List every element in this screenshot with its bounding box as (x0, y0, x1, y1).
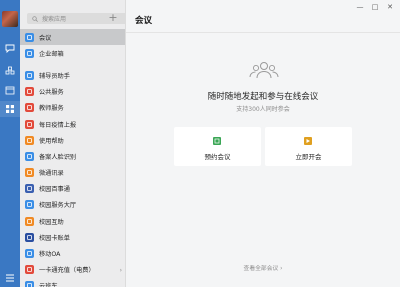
sidebar-item[interactable]: 公共服务 (20, 84, 125, 100)
sidebar-item[interactable]: 辅导员助手 (20, 67, 125, 83)
sidebar-item-label: 教师服务 (39, 105, 64, 113)
service-hall-icon (25, 200, 34, 210)
page-title: 会议 (135, 16, 153, 26)
app-list: 会议企业邮箱辅导员助手公共服务教师服务每日疫情上报 使用帮助备案人脸识别 微通讯录校… (20, 29, 125, 287)
campus-card-icon (25, 232, 34, 242)
minimize-button[interactable]: — (356, 3, 364, 11)
add-button[interactable]: + (107, 12, 119, 24)
schedule-meeting-card[interactable]: 预约会议 (174, 127, 261, 166)
people-icon (249, 62, 279, 79)
sidebar-item-label: 使用帮助 (39, 137, 64, 145)
hero-title: 随时随地发起和参与在线会议 (207, 92, 319, 102)
schedule-meeting-label: 预约会议 (204, 153, 231, 161)
sidebar-item[interactable]: 会议 (20, 29, 125, 46)
sidebar-item-label: 每日疫情上报 (39, 121, 77, 129)
view-all-meetings-link[interactable]: 查看全部会议 › (126, 263, 400, 272)
public-service-icon (25, 87, 34, 97)
workbench-icon[interactable] (0, 101, 20, 117)
sidebar-item[interactable]: 校园服务大厅 (20, 197, 125, 213)
sidebar-item-label: 校园服务大厅 (39, 202, 77, 210)
sidebar-item-label: 云班车 (39, 283, 58, 287)
search-placeholder: 搜索应用 (42, 16, 67, 23)
sidebar-item-label: 校园互助 (39, 218, 64, 226)
sidebar-item-label: 校园卡账单 (39, 234, 70, 242)
mutual-aid-icon (25, 216, 34, 226)
sidebar-item-label: 微通讯录 (39, 170, 64, 178)
hero-subtitle: 支持300人同时参会 (236, 106, 290, 113)
sidebar-item-label: 公共服务 (39, 89, 64, 97)
avatar[interactable] (2, 11, 18, 27)
teacher-service-icon (25, 103, 34, 113)
sidebar-item-label: 辅导员助手 (39, 72, 70, 80)
app-sidebar: 搜索应用 + 会议企业邮箱辅导员助手公共服务教师服务每日疫情上报 使用帮助备案人脸… (20, 0, 126, 287)
panel-header: 会议 — □ ✕ (126, 0, 400, 33)
sidebar-item-label: 一卡通充值（电费） (39, 267, 95, 275)
sidebar-item-label: 校园百事通 (39, 186, 70, 194)
epidemic-report-icon (25, 119, 34, 129)
sidebar-item-label: 移动OA (39, 251, 61, 259)
sidebar-item[interactable]: 每日疫情上报 (20, 116, 125, 132)
contacts-icon[interactable] (5, 66, 15, 76)
start-meeting-icon (304, 137, 312, 145)
sidebar-item[interactable]: 备案人脸识别 (20, 148, 125, 164)
help-icon (25, 135, 34, 145)
sidebar-item[interactable]: 微通讯录 (20, 165, 125, 181)
navigation-rail (0, 0, 20, 287)
start-meeting-card[interactable]: 立即开会 (265, 127, 352, 166)
sidebar-item[interactable]: 一卡通充值（电费） › (20, 262, 125, 278)
campus-info-icon (25, 184, 34, 194)
sidebar-item-label: 企业邮箱 (39, 50, 64, 58)
bus-icon (25, 281, 34, 287)
counselor-icon (25, 70, 34, 80)
sidebar-item[interactable]: 使用帮助 (20, 132, 125, 148)
start-meeting-label: 立即开会 (295, 153, 322, 161)
sidebar-item[interactable]: 云班车 (20, 278, 125, 287)
sidebar-item[interactable]: 移动OA (20, 245, 125, 261)
contacts-icon (25, 168, 34, 178)
sidebar-item[interactable]: 校园互助 (20, 213, 125, 229)
sidebar-item-label: 备案人脸识别 (39, 153, 77, 161)
face-recognition-icon (25, 151, 34, 161)
meeting-panel: 会议 — □ ✕ 随时随地发起和参与在线会议 支持300人同时参会 预约会议 立… (126, 0, 400, 287)
mail-icon (25, 48, 34, 58)
sidebar-item-label: 会议 (39, 34, 52, 42)
sidebar-item[interactable]: 教师服务 (20, 100, 125, 116)
close-button[interactable]: ✕ (386, 3, 394, 11)
maximize-button[interactable]: □ (371, 3, 379, 11)
search-icon (32, 15, 38, 22)
sidebar-item[interactable]: 校园卡账单 (20, 229, 125, 245)
chevron-right-icon: › (119, 266, 122, 274)
card-recharge-icon (25, 265, 34, 275)
menu-icon[interactable] (5, 273, 15, 283)
schedule-meeting-icon (213, 137, 221, 145)
message-icon[interactable] (5, 43, 15, 53)
sidebar-item[interactable]: 校园百事通 (20, 181, 125, 197)
calendar-icon[interactable] (5, 85, 15, 95)
mobile-oa-icon (25, 249, 34, 259)
sidebar-item[interactable]: 企业邮箱 (20, 45, 125, 61)
window-controls: — □ ✕ (356, 3, 394, 11)
meeting-icon (25, 32, 34, 42)
